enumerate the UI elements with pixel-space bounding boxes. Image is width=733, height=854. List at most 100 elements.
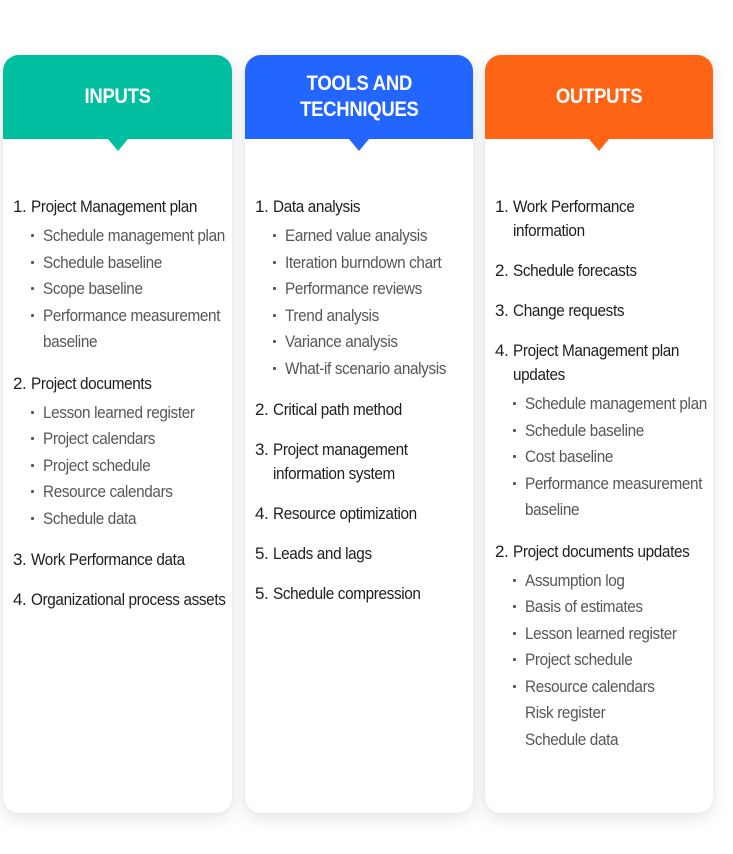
bullet-icon (513, 428, 516, 432)
sub-item-label: Basis of estimates (525, 597, 643, 616)
sub-item-label: Schedule data (525, 729, 619, 749)
sub-item-label: Variance analysis (285, 332, 398, 351)
sub-item-label: Risk register (525, 703, 606, 722)
sub-list-item: What-if scenario analysis (273, 356, 469, 383)
sub-item-label: Lesson learned register (43, 402, 195, 422)
list-item: 4. Organizational process assets (13, 588, 228, 612)
sub-item-label: Project schedule (43, 455, 151, 475)
item-label: Project management information system (273, 440, 408, 483)
sub-list-item: Project calendars (31, 426, 228, 453)
sub-list-item: Earned value analysis (273, 223, 469, 250)
item-label: Work Performance information (513, 197, 635, 240)
sub-list-item: Performance reviews (273, 276, 469, 303)
sub-item-label: Performance reviews (285, 279, 422, 298)
sub-item-label: Project schedule (525, 650, 633, 669)
bullet-icon (273, 234, 276, 237)
sub-list-item: Performance measurement baseline (513, 471, 709, 524)
bullet-icon (513, 658, 516, 661)
inputs-header: INPUTS (3, 55, 232, 151)
sub-list-item: Basis of estimates (513, 594, 709, 621)
bullet-icon (31, 516, 34, 520)
sub-list-item: Cost baseline (513, 444, 709, 471)
sub-list-item: Assumption log (513, 568, 709, 595)
item-number: 2. (13, 373, 27, 393)
bullet-icon (513, 455, 516, 458)
list-item: 2. Critical path method (255, 398, 469, 422)
bullet-icon (31, 437, 34, 440)
item-number: 2. (495, 541, 509, 561)
item-number: 3. (495, 301, 509, 320)
list-item: 5. Leads and lags (255, 542, 469, 566)
sub-item-label: Cost baseline (525, 447, 614, 466)
item-label: Resource optimization (273, 504, 417, 523)
item-number: 3. (255, 440, 269, 459)
bullet-icon (513, 605, 516, 608)
item-label: Work Performance data (31, 550, 185, 569)
item-label: Critical path method (273, 400, 402, 419)
bullet-icon (31, 313, 34, 317)
sub-list-item: Iteration burndown chart (273, 250, 469, 277)
sub-list-item: Lesson learned register (31, 400, 228, 427)
list-item: 2. Project documents Lesson learned regist… (13, 372, 228, 533)
list-item: 4. Resource optimization (255, 502, 469, 526)
inputs-list: 1. Project Management plan Schedule manage… (13, 195, 228, 628)
list-item: 1. Data analysis Earned value analysis Iter… (255, 195, 469, 382)
sub-item-label: Assumption log (525, 570, 625, 590)
sub-item-label: Schedule management plan (525, 394, 707, 413)
item-number: 2. (495, 261, 509, 280)
sub-list-item: Resource calendars (513, 674, 709, 701)
tools-techniques-list: 1. Data analysis Earned value analysis Iter… (255, 195, 469, 622)
outputs-title: OUTPUTS (555, 85, 643, 108)
item-label: Project Management plan updates (513, 341, 680, 384)
sub-list-item: Schedule data (31, 506, 228, 533)
sub-item-label: Schedule baseline (43, 252, 162, 272)
sub-list: Schedule management plan Schedule baselin… (513, 391, 709, 524)
bullet-icon (273, 366, 276, 370)
sub-list-item: Resource calendars (31, 479, 228, 506)
sub-item-label: Schedule data (43, 508, 137, 528)
bullet-icon (273, 260, 276, 264)
sub-list: Earned value analysis Iteration burndown … (273, 223, 469, 382)
sub-item-label: Resource calendars (43, 482, 173, 501)
list-item: 2. Project documents updates Assumption lo… (495, 540, 709, 754)
bullet-icon (273, 287, 276, 290)
item-number: 4. (495, 341, 509, 360)
sub-list-item: Variance analysis (273, 329, 469, 356)
item-label: Leads and lags (273, 544, 372, 563)
list-item: 2. Schedule forecasts (495, 259, 709, 283)
bullet-icon (31, 287, 34, 290)
bullet-icon (513, 684, 516, 688)
bullet-icon (513, 481, 516, 485)
sub-list-item: Lesson learned register (513, 621, 709, 648)
bullet-icon (513, 631, 516, 635)
sub-list: Assumption log Basis of estimates Lesson l… (513, 568, 709, 754)
sub-item-label: Earned value analysis (285, 226, 428, 245)
list-item: 5. Schedule compression (255, 582, 469, 606)
tools-techniques-header: TOOLS AND TECHNIQUES (245, 55, 473, 151)
item-number: 5. (255, 584, 269, 603)
list-item: 3. Change requests (495, 299, 709, 323)
bullet-icon (31, 260, 34, 264)
item-number: 1. (255, 197, 269, 216)
tools-techniques-card: TOOLS AND TECHNIQUES 1. Data analysis Earn… (245, 55, 473, 813)
sub-list: Lesson learned register Project calendars… (31, 400, 228, 533)
item-label: Change requests (513, 301, 625, 320)
tools-techniques-title: TOOLS AND TECHNIQUES (299, 72, 419, 121)
item-label: Schedule forecasts (513, 261, 637, 280)
list-item: 1. Work Performance information (495, 195, 709, 243)
sub-list-item: Project schedule (31, 453, 228, 480)
item-label: Project documents (31, 373, 152, 393)
sub-item-label: Project calendars (43, 429, 156, 448)
sub-list-item: Schedule management plan (31, 223, 228, 250)
item-label: Data analysis (273, 197, 361, 216)
inputs-card: INPUTS 1. Project Management plan Schedule… (3, 55, 232, 813)
sub-item-label: Scope baseline (43, 279, 143, 298)
sub-item-label: Performance measurement baseline (525, 473, 703, 520)
item-number: 4. (13, 590, 27, 609)
sub-item-label: Lesson learned register (525, 623, 677, 643)
header-pointer-arrow (107, 139, 128, 151)
bullet-icon (273, 340, 276, 343)
sub-list-item: Schedule baseline (513, 418, 709, 445)
sub-item-label: Schedule baseline (525, 420, 644, 440)
sub-list-item: Schedule management plan (513, 391, 709, 418)
